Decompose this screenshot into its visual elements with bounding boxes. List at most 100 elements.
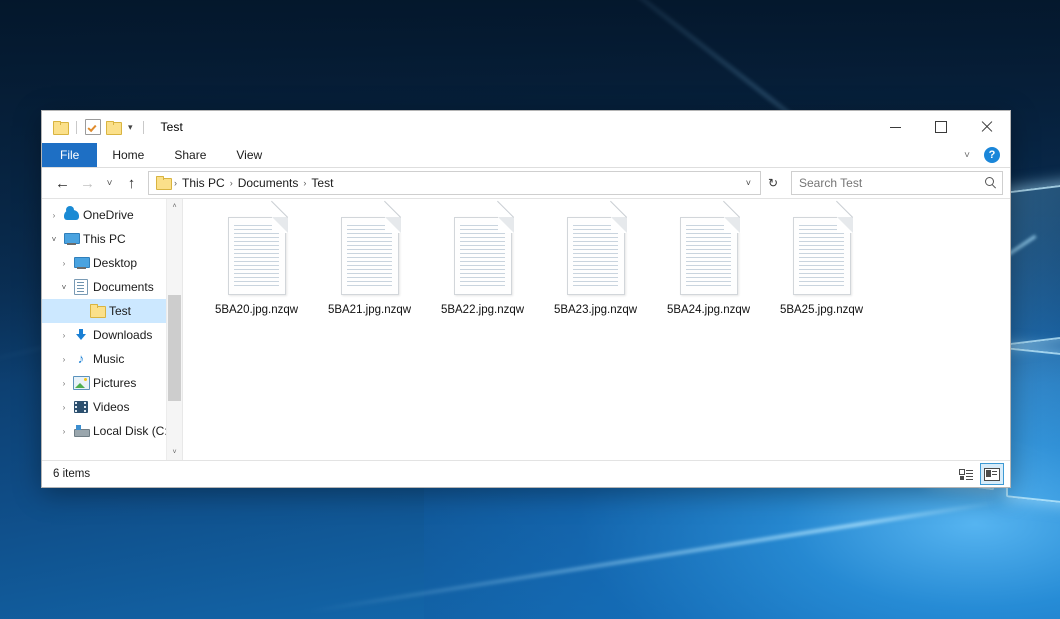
generic-file-icon: [339, 217, 401, 295]
file-item[interactable]: 5BA21.jpg.nzqw: [313, 213, 426, 323]
window-body: › OneDrive ˅ This PC › Desktop ˅: [42, 198, 1010, 460]
ribbon-right-controls: ˅ ?: [958, 143, 1006, 167]
maximize-button[interactable]: [918, 111, 964, 143]
file-item[interactable]: 5BA24.jpg.nzqw: [652, 213, 765, 323]
sidebar-item-videos[interactable]: › Videos: [42, 395, 182, 419]
sidebar-item-pictures[interactable]: › Pictures: [42, 371, 182, 395]
file-explorer-window: ▾ Test File Home Share View ˅ ? ← →: [42, 111, 1010, 487]
window-title: Test: [161, 120, 183, 134]
chevron-right-icon[interactable]: ›: [56, 403, 72, 412]
chevron-right-icon[interactable]: ›: [56, 355, 72, 364]
navigation-scrollbar[interactable]: ˄ ˅: [166, 199, 182, 460]
details-view-icon: [959, 469, 973, 480]
divider: [143, 121, 144, 134]
close-icon: [981, 121, 993, 133]
breadcrumb-item-test[interactable]: Test: [307, 176, 337, 190]
chevron-down-icon[interactable]: ▾: [126, 123, 135, 132]
sidebar-item-label: Videos: [90, 400, 129, 414]
properties-icon[interactable]: [85, 119, 101, 135]
onedrive-cloud-icon: [62, 210, 80, 220]
close-button[interactable]: [964, 111, 1010, 143]
this-pc-icon: [62, 233, 80, 245]
sidebar-item-label: Test: [106, 304, 131, 318]
sidebar-item-local-disk[interactable]: › Local Disk (C:): [42, 419, 182, 443]
tab-view[interactable]: View: [221, 143, 277, 167]
up-button[interactable]: ↑: [119, 171, 144, 195]
minimize-button[interactable]: [872, 111, 918, 143]
chevron-down-icon[interactable]: ˅: [46, 235, 62, 244]
sidebar-item-label: OneDrive: [80, 208, 134, 222]
local-disk-icon: [72, 425, 90, 437]
generic-file-icon: [565, 217, 627, 295]
pictures-icon: [72, 376, 90, 390]
sidebar-item-label: Downloads: [90, 328, 152, 342]
item-count-label: 6 items: [53, 468, 90, 480]
quick-access-toolbar: ▾ Test: [42, 111, 183, 143]
chevron-right-icon[interactable]: ›: [56, 379, 72, 388]
navigation-pane: › OneDrive ˅ This PC › Desktop ˅: [42, 199, 183, 460]
minimize-icon: [890, 127, 901, 128]
refresh-button[interactable]: ↻: [761, 171, 785, 195]
scroll-down-icon[interactable]: ˅: [167, 445, 182, 460]
search-input[interactable]: [797, 175, 985, 191]
expand-ribbon-icon[interactable]: ˅: [958, 150, 976, 161]
generic-file-icon: [791, 217, 853, 295]
generic-file-icon: [678, 217, 740, 295]
sidebar-item-this-pc[interactable]: ˅ This PC: [42, 227, 182, 251]
details-view-button[interactable]: [954, 463, 978, 485]
file-item[interactable]: 5BA23.jpg.nzqw: [539, 213, 652, 323]
new-folder-icon[interactable]: [106, 121, 121, 134]
file-name-label: 5BA20.jpg.nzqw: [215, 303, 298, 317]
chevron-right-icon[interactable]: ›: [56, 331, 72, 340]
tab-share[interactable]: Share: [159, 143, 221, 167]
folder-icon: [156, 177, 171, 189]
sidebar-item-desktop[interactable]: › Desktop: [42, 251, 182, 275]
file-item[interactable]: 5BA22.jpg.nzqw: [426, 213, 539, 323]
chevron-down-icon[interactable]: ˅: [56, 283, 72, 292]
address-bar: ← → ˅ ↑ › This PC › Documents › Test ˅ ↻: [42, 168, 1010, 198]
scrollbar-thumb[interactable]: [168, 295, 181, 401]
breadcrumb-item-this-pc[interactable]: This PC: [178, 176, 229, 190]
videos-icon: [72, 401, 90, 413]
desktop-background: ▾ Test File Home Share View ˅ ? ← →: [0, 0, 1060, 619]
chevron-right-icon[interactable]: ›: [56, 427, 72, 436]
windows-logo-pane: [1006, 180, 1060, 345]
tab-file[interactable]: File: [42, 143, 97, 167]
search-box[interactable]: [791, 171, 1003, 195]
search-icon[interactable]: [985, 177, 997, 189]
folder-icon[interactable]: [53, 121, 68, 134]
sidebar-item-label: Local Disk (C:): [90, 424, 172, 438]
file-name-label: 5BA23.jpg.nzqw: [554, 303, 637, 317]
sidebar-item-downloads[interactable]: › Downloads: [42, 323, 182, 347]
file-name-label: 5BA22.jpg.nzqw: [441, 303, 524, 317]
address-dropdown-icon[interactable]: ˅: [741, 178, 756, 188]
back-button[interactable]: ←: [50, 171, 75, 195]
file-name-label: 5BA25.jpg.nzqw: [780, 303, 863, 317]
generic-file-icon: [226, 217, 288, 295]
chevron-right-icon[interactable]: ›: [46, 211, 62, 220]
breadcrumb-item-documents[interactable]: Documents: [234, 176, 303, 190]
help-icon[interactable]: ?: [984, 147, 1000, 163]
sidebar-item-test[interactable]: Test: [42, 299, 182, 323]
sidebar-item-onedrive[interactable]: › OneDrive: [42, 203, 182, 227]
large-icons-view-button[interactable]: [980, 463, 1004, 485]
tab-home[interactable]: Home: [97, 143, 159, 167]
folder-icon: [88, 305, 106, 317]
sidebar-item-music[interactable]: › ♪ Music: [42, 347, 182, 371]
recent-locations-button[interactable]: ˅: [100, 171, 119, 195]
file-item[interactable]: 5BA20.jpg.nzqw: [200, 213, 313, 323]
documents-icon: [72, 279, 90, 295]
window-controls: [872, 111, 1010, 143]
file-list-pane[interactable]: 5BA20.jpg.nzqw 5BA21.jpg.nzqw: [183, 199, 1010, 460]
title-bar: ▾ Test: [42, 111, 1010, 143]
sidebar-item-label: Documents: [90, 280, 154, 294]
chevron-right-icon[interactable]: ›: [56, 259, 72, 268]
scroll-up-icon[interactable]: ˄: [167, 199, 182, 214]
forward-button[interactable]: →: [75, 171, 100, 195]
file-item[interactable]: 5BA25.jpg.nzqw: [765, 213, 878, 323]
generic-file-icon: [452, 217, 514, 295]
ribbon-tab-bar: File Home Share View ˅ ?: [42, 143, 1010, 168]
sidebar-item-documents[interactable]: ˅ Documents: [42, 275, 182, 299]
breadcrumb[interactable]: › This PC › Documents › Test ˅: [148, 171, 761, 195]
downloads-icon: [72, 328, 90, 342]
